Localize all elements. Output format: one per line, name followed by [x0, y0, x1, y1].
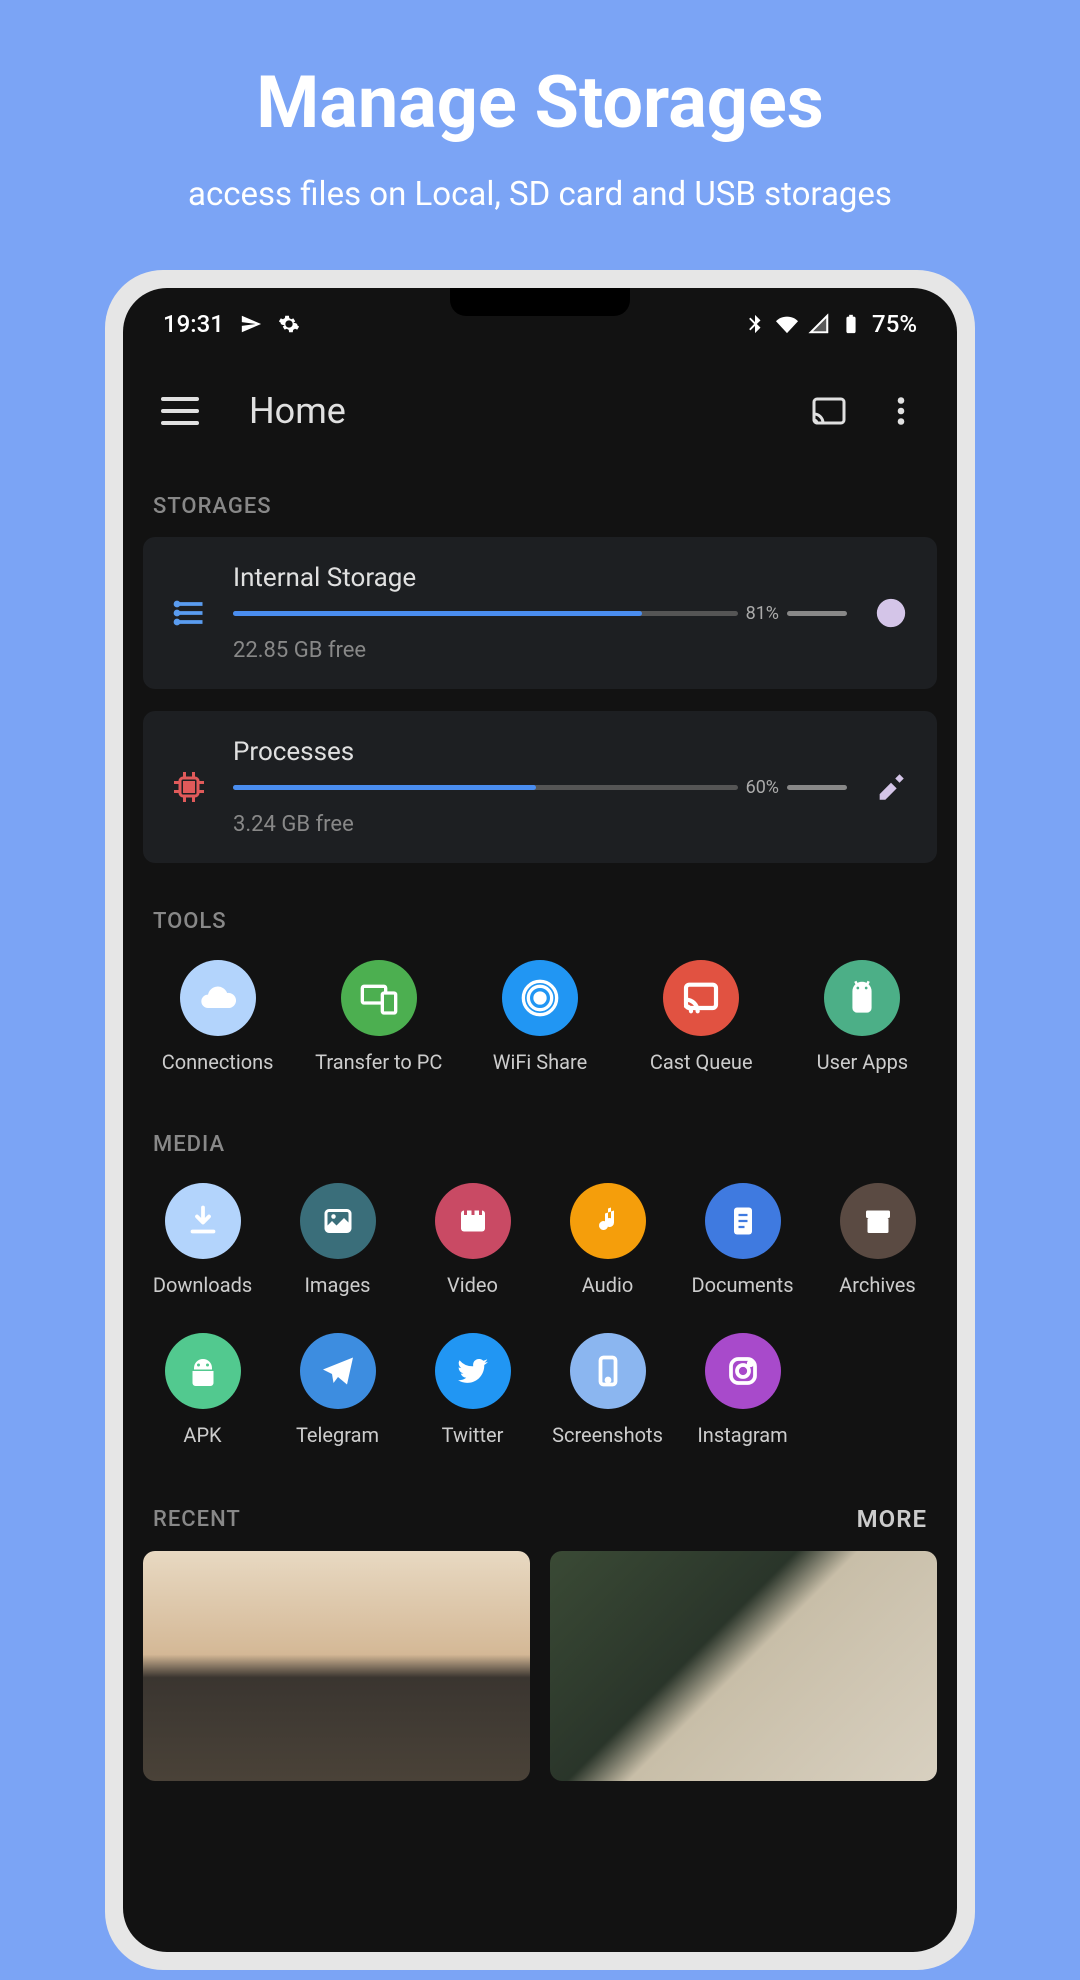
telegram-icon — [300, 1333, 376, 1409]
storage-icon — [169, 593, 209, 633]
bluetooth-icon — [744, 313, 766, 335]
menu-icon[interactable] — [161, 397, 199, 425]
media-label: Documents — [691, 1273, 793, 1321]
tool-label: Cast Queue — [650, 1050, 753, 1098]
section-media-label: MEDIA — [123, 1108, 957, 1175]
media-telegram[interactable]: Telegram — [272, 1333, 403, 1471]
storage-internal[interactable]: Internal Storage 81% 22.85 GB free — [143, 537, 937, 689]
cast-queue-icon — [663, 960, 739, 1036]
media-label: Downloads — [153, 1273, 252, 1321]
media-downloads[interactable]: Downloads — [137, 1183, 268, 1321]
media-label: Audio — [582, 1273, 634, 1321]
media-label: Video — [447, 1273, 498, 1321]
status-battery: 75% — [872, 310, 917, 338]
tool-connections[interactable]: Connections — [137, 960, 298, 1098]
media-label: Screenshots — [552, 1423, 663, 1471]
media-documents[interactable]: Documents — [677, 1183, 808, 1321]
storage-free: 3.24 GB free — [233, 812, 847, 837]
video-icon — [435, 1183, 511, 1259]
wifi-share-icon — [502, 960, 578, 1036]
media-label: Instagram — [697, 1423, 787, 1471]
instagram-icon — [705, 1333, 781, 1409]
devices-icon — [341, 960, 417, 1036]
tool-wifi-share[interactable]: WiFi Share — [459, 960, 620, 1098]
android-icon — [824, 960, 900, 1036]
signal-icon — [808, 313, 830, 335]
media-label: Twitter — [442, 1423, 504, 1471]
media-twitter[interactable]: Twitter — [407, 1333, 538, 1471]
media-video[interactable]: Video — [407, 1183, 538, 1321]
tool-label: WiFi Share — [493, 1050, 587, 1098]
progress-percent: 60% — [746, 777, 779, 798]
media-screenshots[interactable]: Screenshots — [542, 1333, 673, 1471]
tool-label: Transfer to PC — [315, 1050, 442, 1098]
download-icon — [165, 1183, 241, 1259]
media-label: Archives — [839, 1273, 915, 1321]
tool-transfer-pc[interactable]: Transfer to PC — [298, 960, 459, 1098]
wifi-icon — [776, 313, 798, 335]
image-icon — [300, 1183, 376, 1259]
recent-thumb[interactable] — [143, 1551, 530, 1781]
twitter-icon — [435, 1333, 511, 1409]
settings-icon — [278, 313, 300, 335]
media-audio[interactable]: Audio — [542, 1183, 673, 1321]
section-recent-label: RECENT — [153, 1507, 241, 1532]
tool-label: User Apps — [817, 1050, 908, 1098]
progress-bar — [233, 785, 738, 790]
tool-cast-queue[interactable]: Cast Queue — [621, 960, 782, 1098]
audio-icon — [570, 1183, 646, 1259]
media-label: Images — [304, 1273, 370, 1321]
status-time: 19:31 — [163, 310, 224, 338]
progress-percent: 81% — [746, 603, 779, 624]
tool-label: Connections — [162, 1050, 274, 1098]
media-instagram[interactable]: Instagram — [677, 1333, 808, 1471]
app-bar: Home — [123, 350, 957, 470]
storage-free: 22.85 GB free — [233, 638, 847, 663]
cloud-icon — [180, 960, 256, 1036]
recent-thumb[interactable] — [550, 1551, 937, 1781]
storage-title: Processes — [233, 737, 847, 767]
analyze-icon[interactable] — [871, 593, 911, 633]
phone-notch — [450, 288, 630, 316]
battery-icon — [840, 313, 862, 335]
more-icon[interactable] — [883, 393, 919, 429]
progress-bar — [233, 611, 738, 616]
apk-icon — [165, 1333, 241, 1409]
archive-icon — [840, 1183, 916, 1259]
media-images[interactable]: Images — [272, 1183, 403, 1321]
promo-subtitle: access files on Local, SD card and USB s… — [0, 175, 1080, 214]
media-label: APK — [183, 1423, 221, 1471]
phone-screen: 19:31 — [123, 288, 957, 1952]
cast-icon[interactable] — [811, 393, 847, 429]
cpu-icon — [169, 767, 209, 807]
send-icon — [240, 313, 262, 335]
media-archives[interactable]: Archives — [812, 1183, 943, 1321]
storage-title: Internal Storage — [233, 563, 847, 593]
tool-user-apps[interactable]: User Apps — [782, 960, 943, 1098]
app-title: Home — [249, 390, 811, 432]
phone-frame: 19:31 — [105, 270, 975, 1970]
clean-icon[interactable] — [871, 767, 911, 807]
section-storages-label: STORAGES — [123, 470, 957, 537]
screenshot-icon — [570, 1333, 646, 1409]
media-label: Telegram — [296, 1423, 379, 1471]
promo-title: Manage Storages — [0, 60, 1080, 145]
recent-more-button[interactable]: MORE — [857, 1505, 927, 1533]
document-icon — [705, 1183, 781, 1259]
section-tools-label: TOOLS — [123, 885, 957, 952]
storage-processes[interactable]: Processes 60% 3.24 GB free — [143, 711, 937, 863]
media-apk[interactable]: APK — [137, 1333, 268, 1471]
